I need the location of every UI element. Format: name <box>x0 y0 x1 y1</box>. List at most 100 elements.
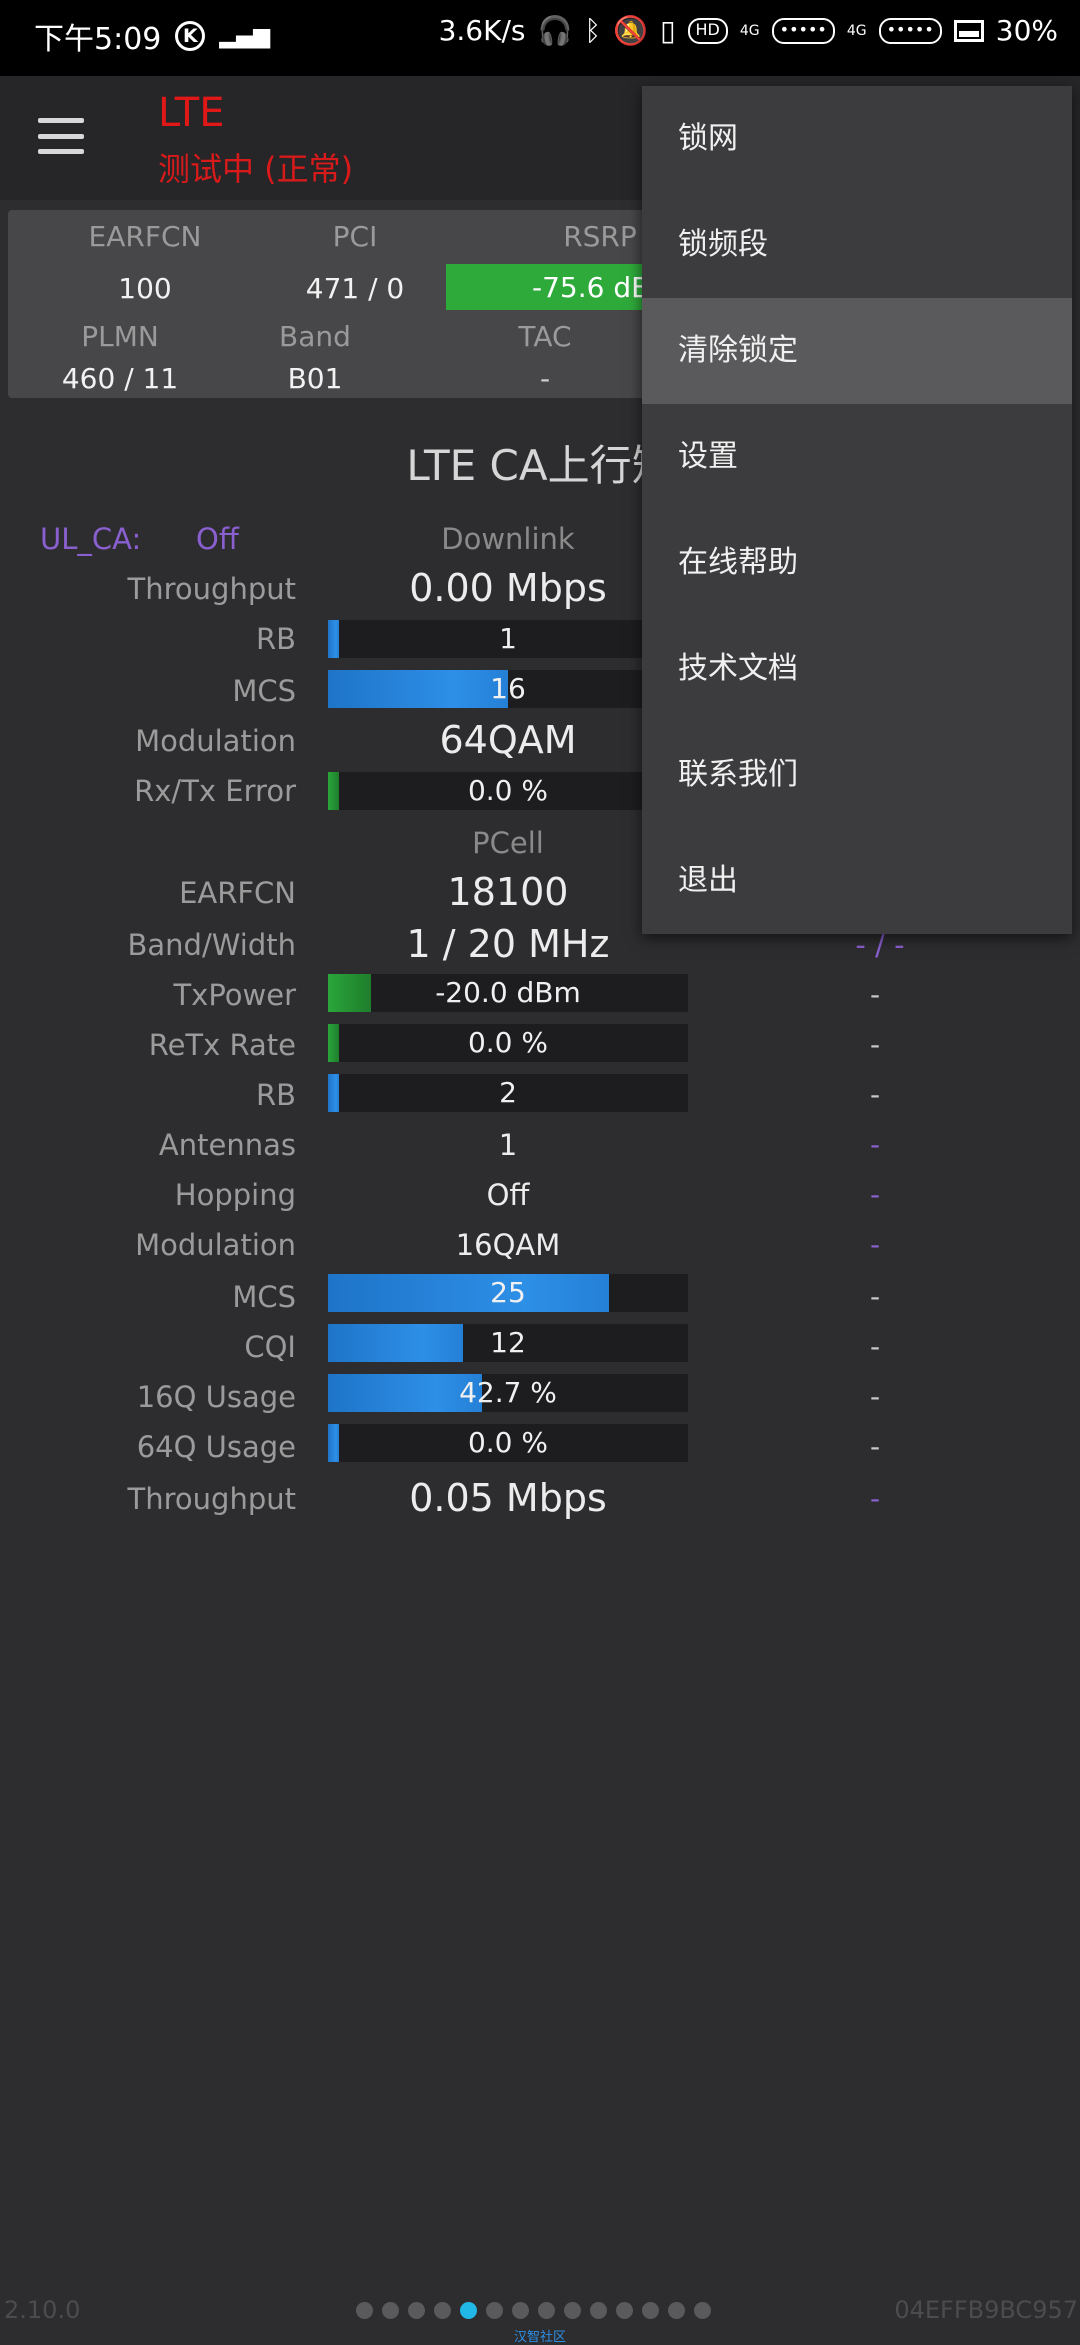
page-dot[interactable] <box>486 2302 503 2319</box>
page-dot[interactable] <box>538 2302 555 2319</box>
q16-usage-value: 42.7 % <box>459 1376 557 1409</box>
dl-error-label: Rx/Tx Error <box>134 774 296 808</box>
page-dot[interactable] <box>512 2302 529 2319</box>
pcell-earfcn-value: 18100 <box>447 870 569 914</box>
pcell-rb-value: 2 <box>499 1076 517 1109</box>
earfcn-value: 100 <box>118 272 172 305</box>
dl-rb-label: RB <box>255 622 296 656</box>
bluetooth-icon: ᛒ <box>584 14 602 47</box>
hopping-label: Hopping <box>174 1178 296 1212</box>
app-version: 2.10.0 <box>4 2296 81 2324</box>
q64-usage-value: 0.0 % <box>467 1426 549 1459</box>
page-dot[interactable] <box>382 2302 399 2319</box>
scell-txpower-value: - <box>869 978 881 1011</box>
watermark: 汉智社区 <box>514 2330 567 2345</box>
earfcn-label: EARFCN <box>88 220 202 253</box>
menu-item-contact-us[interactable]: 联系我们 <box>642 722 1072 828</box>
antennas-label: Antennas <box>158 1128 296 1162</box>
dl-rb-value: 1 <box>499 622 517 655</box>
tac-value: - <box>539 362 551 395</box>
pcell-mcs-bar: 25 <box>328 1274 688 1312</box>
network-speed: 3.6K/s <box>438 14 526 47</box>
antennas-value: 1 <box>498 1128 518 1162</box>
txpower-bar: -20.0 dBm <box>328 974 688 1012</box>
txpower-label: TxPower <box>173 978 296 1012</box>
pcell-bandwidth-value: 1 / 20 MHz <box>406 922 610 966</box>
pcell-modulation-value: 16QAM <box>455 1228 561 1262</box>
menu-item-exit[interactable]: 退出 <box>642 828 1072 934</box>
device-id: 04EFFB9BC957 <box>894 2296 1078 2324</box>
downlink-header: Downlink <box>441 522 575 556</box>
dl-error-value: 0.0 % <box>467 774 549 807</box>
pcell-rb-label: RB <box>255 1078 296 1112</box>
status-bar: 下午5:09 K ▂▄▆ 3.6K/s 🎧 ᛒ 🔕 ▯ HD 4G ••••• … <box>0 0 1080 76</box>
battery-percent: 30% <box>995 14 1058 47</box>
page-dot[interactable] <box>616 2302 633 2319</box>
rsrp-value: -75.6 dB <box>532 270 651 304</box>
mute-icon: 🔕 <box>613 14 649 47</box>
pcell-mcs-label: MCS <box>232 1280 296 1314</box>
page-dot[interactable] <box>694 2302 711 2319</box>
dl-rb-bar: 1 <box>328 620 688 658</box>
page-dot[interactable] <box>408 2302 425 2319</box>
menu-item-tech-docs[interactable]: 技术文档 <box>642 616 1072 722</box>
sim1-network-icon: 4G <box>739 22 760 39</box>
scell-cqi-value: - <box>869 1330 881 1363</box>
scell-modulation-value: - <box>869 1228 881 1261</box>
cqi-label: CQI <box>244 1330 296 1364</box>
menu-item-lock-network[interactable]: 锁网 <box>642 86 1072 192</box>
sim2-network-icon: 4G <box>846 22 867 39</box>
sim2-signal-icon: ••••• <box>878 17 942 44</box>
page-dot[interactable] <box>564 2302 581 2319</box>
pcell-modulation-label: Modulation <box>135 1228 296 1262</box>
q64-usage-bar: 0.0 % <box>328 1424 688 1462</box>
page-dot[interactable] <box>356 2302 373 2319</box>
overflow-menu: 锁网 锁频段 清除锁定 设置 在线帮助 技术文档 联系我们 退出 <box>642 86 1072 934</box>
menu-item-clear-lock[interactable]: 清除锁定 <box>642 298 1072 404</box>
q16-usage-bar: 42.7 % <box>328 1374 688 1412</box>
k-circle-icon: K <box>175 21 206 51</box>
scell-retx-value: - <box>869 1028 881 1061</box>
dl-mcs-bar: 16 <box>328 670 688 708</box>
scell-q64-value: - <box>869 1430 881 1463</box>
band-value: B01 <box>287 362 343 395</box>
hd-icon: HD <box>687 17 728 44</box>
page-indicator[interactable] <box>356 2302 711 2319</box>
dl-error-bar: 0.0 % <box>328 772 688 810</box>
txpower-value: -20.0 dBm <box>435 976 581 1009</box>
band-label: Band <box>279 320 351 353</box>
scell-hopping-value: - <box>869 1178 881 1211</box>
dl-throughput-label: Throughput <box>127 572 296 606</box>
page-dot[interactable] <box>668 2302 685 2319</box>
page-dot[interactable] <box>460 2302 477 2319</box>
dl-throughput-value: 0.00 Mbps <box>409 566 607 610</box>
page-dot[interactable] <box>642 2302 659 2319</box>
menu-item-lock-band[interactable]: 锁频段 <box>642 192 1072 298</box>
scell-q16-value: - <box>869 1380 881 1413</box>
scell-antennas-value: - <box>869 1128 881 1161</box>
headphones-icon: 🎧 <box>537 14 573 47</box>
dl-modulation-label: Modulation <box>135 724 296 758</box>
menu-item-online-help[interactable]: 在线帮助 <box>642 510 1072 616</box>
cqi-value: 12 <box>490 1326 526 1359</box>
plmn-value: 460 / 11 <box>61 362 179 395</box>
vibrate-icon: ▯ <box>660 14 676 47</box>
retx-value: 0.0 % <box>467 1026 549 1059</box>
scell-throughput-value: - <box>869 1482 881 1515</box>
sim1-signal-icon: ••••• <box>771 17 835 44</box>
signal-small-icon: ▂▄▆ <box>219 23 271 49</box>
pcell-rb-bar: 2 <box>328 1074 688 1112</box>
retx-label: ReTx Rate <box>148 1028 296 1062</box>
pci-label: PCI <box>332 220 378 253</box>
retx-bar: 0.0 % <box>328 1024 688 1062</box>
hamburger-menu-icon[interactable] <box>38 118 84 154</box>
page-dot[interactable] <box>434 2302 451 2319</box>
page-dot[interactable] <box>590 2302 607 2319</box>
pcell-header: PCell <box>472 826 544 860</box>
pcell-bandwidth-label: Band/Width <box>127 928 296 962</box>
pci-value: 471 / 0 <box>305 272 405 305</box>
dl-mcs-value: 16 <box>490 672 526 705</box>
ul-throughput-value: 0.05 Mbps <box>409 1476 607 1520</box>
test-status: 测试中 (正常) <box>158 150 354 188</box>
menu-item-settings[interactable]: 设置 <box>642 404 1072 510</box>
